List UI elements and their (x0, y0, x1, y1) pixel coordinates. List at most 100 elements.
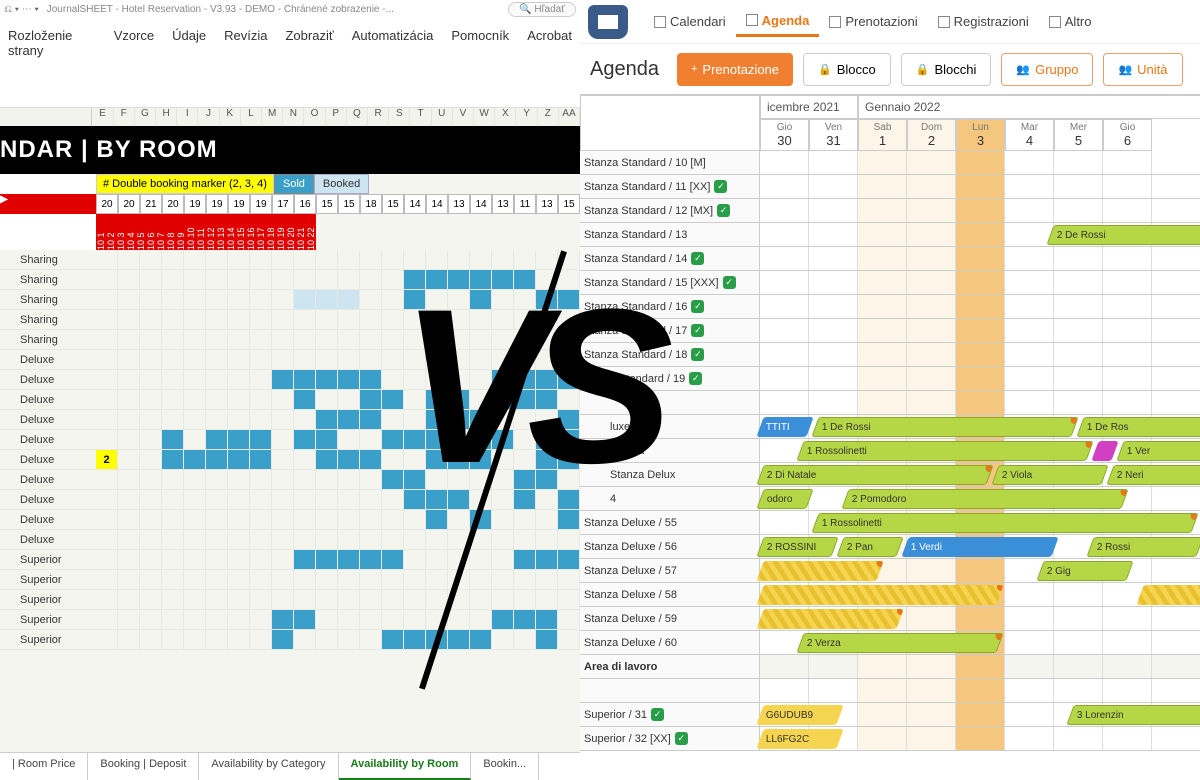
grid-cell[interactable] (382, 330, 404, 350)
avail-cell[interactable]: 19 (228, 194, 250, 214)
slot-cell[interactable] (858, 343, 907, 366)
booking-bar[interactable]: 2 Neri (1106, 465, 1200, 485)
slot-cell[interactable] (956, 343, 1005, 366)
grid-cell[interactable] (426, 370, 448, 390)
grid-cell[interactable] (96, 470, 118, 490)
grid-cell[interactable] (96, 550, 118, 570)
slot-cell[interactable] (1103, 391, 1152, 414)
grid-cell[interactable] (360, 390, 382, 410)
grid-cell[interactable] (228, 250, 250, 270)
day-header[interactable]: Dom2 (907, 119, 956, 151)
avail-cell[interactable]: 15 (558, 194, 580, 214)
grid-cell[interactable] (536, 590, 558, 610)
grid-cell[interactable] (448, 330, 470, 350)
slot-cell[interactable] (1054, 391, 1103, 414)
grid-cell[interactable] (96, 270, 118, 290)
grid-cell[interactable] (294, 350, 316, 370)
grid-cell[interactable] (184, 610, 206, 630)
room-num-cell[interactable]: 10 20 (286, 214, 296, 250)
ribbon-tab[interactable]: Údaje (172, 28, 206, 58)
grid-cell[interactable] (338, 370, 360, 390)
slot-cell[interactable] (858, 655, 907, 678)
grid-cell[interactable] (316, 490, 338, 510)
grid-cell[interactable] (316, 630, 338, 650)
grid-cell[interactable] (96, 430, 118, 450)
grid-cell[interactable] (514, 290, 536, 310)
room-num-cell[interactable]: 10 1 (96, 214, 106, 250)
grid-cell[interactable] (294, 550, 316, 570)
grid-cell[interactable] (338, 330, 360, 350)
grid-cell[interactable] (118, 390, 140, 410)
grid-cell[interactable] (228, 610, 250, 630)
grid-cell[interactable] (206, 270, 228, 290)
grid-cell[interactable] (250, 570, 272, 590)
grid-cell[interactable] (558, 570, 580, 590)
grid-cell[interactable] (404, 430, 426, 450)
booking-bar[interactable] (756, 609, 903, 629)
grid-cell[interactable] (514, 410, 536, 430)
grid-cell[interactable] (162, 630, 184, 650)
grid-cell[interactable] (558, 310, 580, 330)
grid-cell[interactable] (492, 590, 514, 610)
grid-cell[interactable] (492, 610, 514, 630)
grid-cell[interactable] (492, 310, 514, 330)
grid-cell[interactable] (382, 570, 404, 590)
grid-cell[interactable] (316, 430, 338, 450)
room-num-cell[interactable]: 10 15 (236, 214, 246, 250)
grid-cell[interactable] (514, 610, 536, 630)
grid-cell[interactable] (470, 330, 492, 350)
slot-cell[interactable] (907, 727, 956, 750)
avail-cell[interactable]: 13 (536, 194, 558, 214)
room-row[interactable]: Stanza Standard / 17✓ (580, 319, 1200, 343)
col-header[interactable]: AA (559, 108, 580, 126)
grid-cell[interactable] (96, 250, 118, 270)
grid-cell[interactable] (360, 490, 382, 510)
grid-cell[interactable] (316, 550, 338, 570)
room-row[interactable]: Stanza1 Rossolinetti1 Ver (580, 439, 1200, 463)
booking-bar[interactable]: G6UDUB9 (756, 705, 843, 725)
data-row[interactable]: Deluxe (0, 410, 580, 430)
grid-cell[interactable] (360, 350, 382, 370)
slot-cell[interactable] (858, 727, 907, 750)
grid-cell[interactable] (294, 430, 316, 450)
avail-cell[interactable]: 15 (382, 194, 404, 214)
room-row[interactable] (580, 391, 1200, 415)
slot-cell[interactable] (1054, 271, 1103, 294)
grid-cell[interactable] (404, 510, 426, 530)
grid-cell[interactable] (118, 530, 140, 550)
grid-cell[interactable] (118, 430, 140, 450)
grid-cell[interactable] (228, 390, 250, 410)
avail-cell[interactable]: 13 (492, 194, 514, 214)
booking-bar[interactable]: 2 Pomodoro (841, 489, 1128, 509)
avail-cell[interactable]: 18 (360, 194, 382, 214)
grid-cell[interactable] (492, 570, 514, 590)
grid-cell[interactable] (382, 250, 404, 270)
day-header[interactable]: Lun3 (956, 119, 1005, 151)
grid-cell[interactable] (404, 310, 426, 330)
grid-cell[interactable] (404, 350, 426, 370)
room-row[interactable]: Area di lavoro (580, 655, 1200, 679)
room-row[interactable]: Stanza Deluxe / 551 Rossolinetti (580, 511, 1200, 535)
slot-cell[interactable] (1005, 247, 1054, 270)
slot-cell[interactable] (1005, 151, 1054, 174)
data-row[interactable]: Superior (0, 570, 580, 590)
room-num-cell[interactable]: 10 10 (186, 214, 196, 250)
slot-cell[interactable] (1005, 655, 1054, 678)
grid-cell[interactable] (492, 490, 514, 510)
data-row[interactable]: Sharing (0, 270, 580, 290)
slot-cell[interactable] (956, 391, 1005, 414)
avail-cell[interactable]: 11 (514, 194, 536, 214)
grid-cell[interactable] (426, 470, 448, 490)
grid-cell[interactable] (206, 390, 228, 410)
grid-cell[interactable] (536, 410, 558, 430)
grid-cell[interactable] (294, 570, 316, 590)
grid-cell[interactable] (140, 410, 162, 430)
grid-cell[interactable] (448, 410, 470, 430)
grid-cell[interactable] (206, 610, 228, 630)
avail-cell[interactable]: 19 (206, 194, 228, 214)
grid-cell[interactable] (118, 450, 140, 470)
slot-cell[interactable] (956, 367, 1005, 390)
grid-cell[interactable] (272, 310, 294, 330)
booking-bar[interactable]: 2 Viola (991, 465, 1108, 485)
grid-cell[interactable] (96, 390, 118, 410)
